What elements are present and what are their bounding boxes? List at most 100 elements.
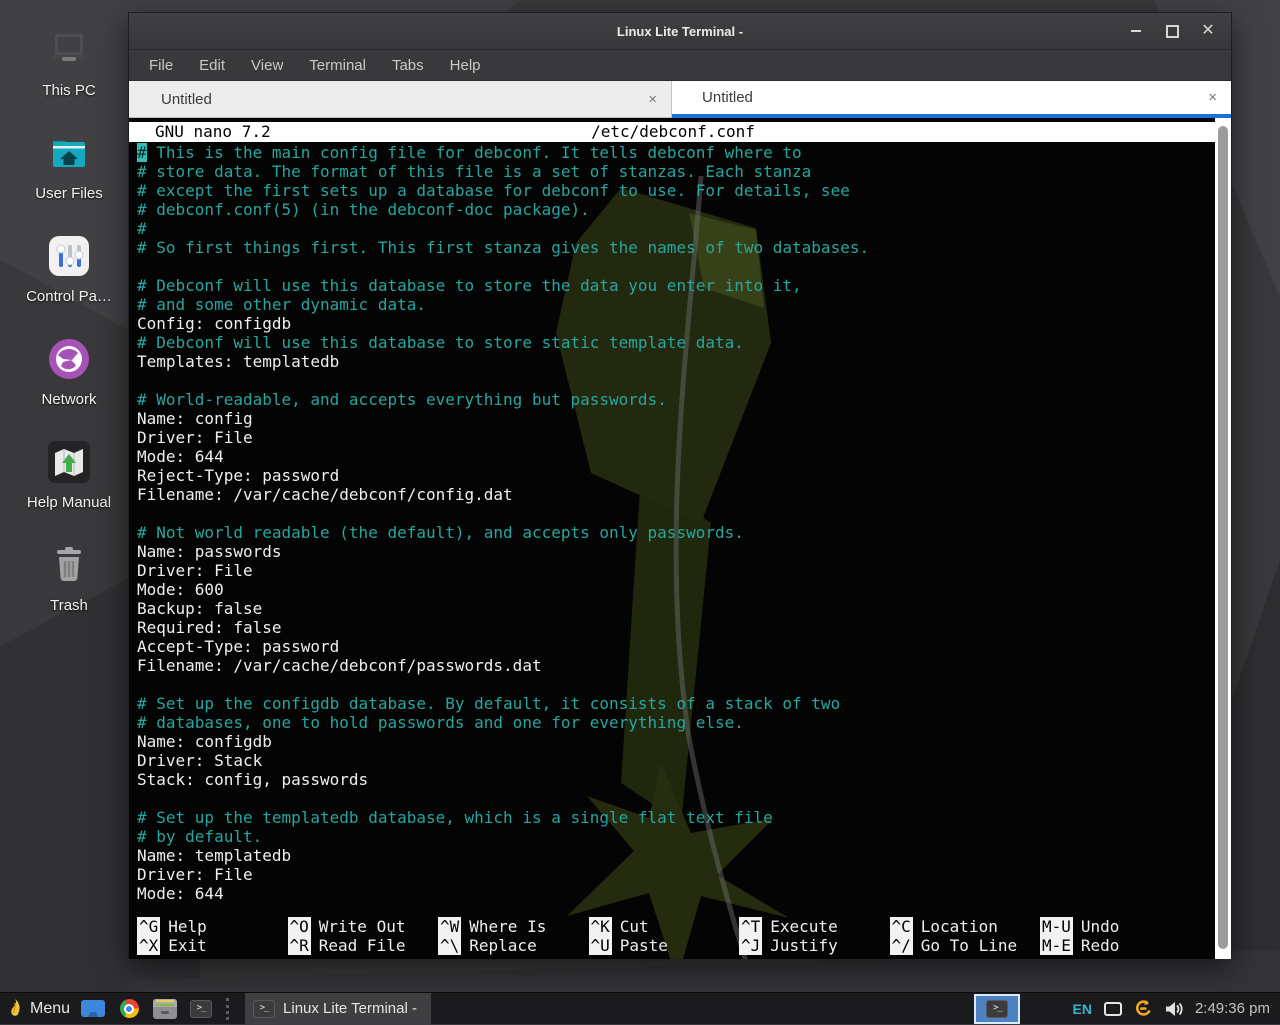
nano-buffer[interactable]: # This is the main config file for debco… [137, 143, 1205, 903]
shortcut-column: ^GHelp^XExit [137, 917, 288, 955]
taskbar-clock[interactable]: 2:49:36 pm [1195, 1000, 1270, 1017]
terminal-menubar: File Edit View Terminal Tabs Help [129, 50, 1231, 81]
home-folder-icon [45, 129, 93, 177]
menu-item-help[interactable]: Help [450, 57, 481, 74]
tray-terminal-active-button[interactable]: >_ [974, 994, 1020, 1024]
panel-separator-handle[interactable] [226, 998, 229, 1020]
editor-line: # and some other dynamic data. [137, 295, 1205, 314]
editor-line: # Not world readable (the default), and … [137, 523, 1205, 542]
taskbar-window-button[interactable]: >_ Linux Lite Terminal - [245, 993, 431, 1025]
maximize-icon [1166, 25, 1179, 38]
volume-icon[interactable] [1165, 1001, 1183, 1017]
nano-editor[interactable]: GNU nano 7.2 /etc/debconf.conf # This is… [129, 118, 1231, 959]
editor-line: Templates: templatedb [137, 352, 1205, 371]
manual-map-icon [45, 438, 93, 486]
update-tray-icon[interactable] [1134, 999, 1153, 1018]
shortcut-label: Undo [1081, 917, 1120, 936]
editor-line: Driver: Stack [137, 751, 1205, 770]
minimize-button[interactable] [1125, 20, 1147, 42]
shortcut-key: ^/ [890, 936, 913, 955]
editor-line: # except the first sets up a database fo… [137, 181, 1205, 200]
nano-shortcut-execute: ^TExecute [739, 917, 890, 936]
nano-shortcut-help: ^GHelp [137, 917, 288, 936]
menu-item-terminal[interactable]: Terminal [309, 57, 366, 74]
blue-display-icon [81, 1000, 105, 1017]
archive-cabinet-icon [153, 999, 177, 1019]
desktop-icon-trash[interactable]: Trash [10, 541, 128, 614]
shortcut-key: ^G [137, 917, 160, 936]
menu-button-label: Menu [30, 1000, 70, 1018]
shortcut-key: ^R [288, 936, 311, 955]
desktop-icon-help-manual[interactable]: Help Manual [10, 438, 128, 511]
editor-line: # Set up the configdb database. By defau… [137, 694, 1205, 713]
shortcut-column: ^WWhere Is^\Replace [438, 917, 589, 955]
shortcut-column: ^TExecute^JJustify [739, 917, 890, 955]
desktop-icon-control-panel[interactable]: Control Pa… [10, 232, 128, 305]
tab-close-icon[interactable]: × [648, 91, 657, 108]
taskbar-left: Menu >_ >_ Linux Lite Terminal - [0, 993, 431, 1025]
text-cursor: # [137, 143, 147, 162]
menu-button[interactable]: Menu [8, 999, 70, 1019]
editor-line: Mode: 600 [137, 580, 1205, 599]
menu-item-view[interactable]: View [251, 57, 283, 74]
tab-close-icon[interactable]: × [1208, 89, 1217, 106]
editor-line: # by default. [137, 827, 1205, 846]
linux-lite-flame-icon [8, 999, 22, 1019]
editor-line: # This is the main config file for debco… [137, 143, 1205, 162]
launcher-file-archive[interactable] [152, 996, 178, 1022]
window-titlebar[interactable]: Linux Lite Terminal - ✕ [129, 13, 1231, 50]
laptop-icon [45, 26, 93, 74]
nano-shortcut-cut: ^K Cut [589, 917, 740, 936]
terminal-icon: >_ [986, 1000, 1008, 1018]
editor-line: Name: config [137, 409, 1205, 428]
shortcut-label: Justify [770, 936, 837, 955]
shortcut-label: Cut [620, 917, 649, 936]
menu-item-edit[interactable]: Edit [199, 57, 225, 74]
tab-label: Untitled [161, 91, 212, 108]
keyboard-layout-indicator[interactable]: EN [1072, 1001, 1091, 1017]
tab-untitled-1[interactable]: Untitled × [129, 81, 672, 118]
close-button[interactable]: ✕ [1197, 20, 1219, 42]
launcher-desktop-settings[interactable] [80, 996, 106, 1022]
editor-line: # Set up the templatedb database, which … [137, 808, 1205, 827]
menu-item-tabs[interactable]: Tabs [392, 57, 424, 74]
editor-line: Backup: false [137, 599, 1205, 618]
desktop-icon-label: Network [41, 391, 96, 408]
editor-line: Filename: /var/cache/debconf/config.dat [137, 485, 1205, 504]
editor-line: Mode: 644 [137, 884, 1205, 903]
desktop-icon-label: This PC [42, 82, 95, 99]
nano-shortcut-justify: ^JJustify [739, 936, 890, 955]
scrollbar[interactable] [1215, 118, 1231, 959]
editor-line: Driver: File [137, 561, 1205, 580]
editor-line: Config: configdb [137, 314, 1205, 333]
desktop-icon-network[interactable]: Network [10, 335, 128, 408]
maximize-button[interactable] [1161, 20, 1183, 42]
editor-line: Required: false [137, 618, 1205, 637]
editor-line: Accept-Type: password [137, 637, 1205, 656]
menu-item-file[interactable]: File [149, 57, 173, 74]
desktop-icon-label: User Files [35, 185, 103, 202]
nano-shortcut-write-out: ^OWrite Out [288, 917, 439, 936]
nano-shortcut-go-to-line: ^/ Go To Line [890, 936, 1041, 955]
desktop-icon-user-files[interactable]: User Files [10, 129, 128, 202]
launcher-terminal[interactable]: >_ [188, 996, 214, 1022]
shortcut-key: ^W [438, 917, 461, 936]
editor-line: Driver: File [137, 428, 1205, 447]
editor-line: # store data. The format of this file is… [137, 162, 1205, 181]
desktop-icon-label: Control Pa… [26, 288, 112, 305]
tab-untitled-2-active[interactable]: Untitled × [672, 81, 1231, 118]
shortcut-label: Go To Line [921, 936, 1017, 955]
desktop-icon-column: This PC User Files Control Pa… [10, 26, 128, 614]
scrollbar-thumb[interactable] [1218, 126, 1228, 949]
nano-filename: /etc/debconf.conf [129, 122, 1217, 142]
shortcut-key: ^K [589, 917, 612, 936]
shortcut-label: Exit [168, 936, 207, 955]
terminal-window: Linux Lite Terminal - ✕ File Edit View Term… [128, 12, 1232, 958]
launcher-chrome[interactable] [116, 996, 142, 1022]
window-title: Linux Lite Terminal - [129, 24, 1231, 39]
tab-bar: Untitled × Untitled × [129, 81, 1231, 118]
screen-tray-icon[interactable] [1104, 1002, 1122, 1016]
desktop-icon-label: Trash [50, 597, 88, 614]
desktop-icon-this-pc[interactable]: This PC [10, 26, 128, 99]
minimize-icon [1131, 30, 1141, 32]
